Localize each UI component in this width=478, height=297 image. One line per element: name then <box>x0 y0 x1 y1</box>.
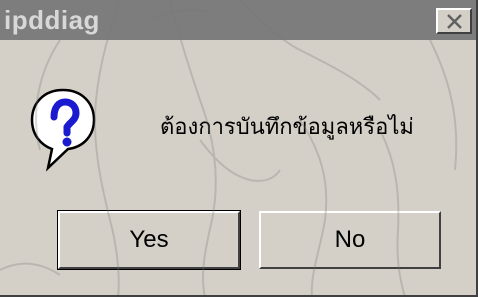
yes-button-label: Yes <box>129 226 169 253</box>
dialog-title: ipddiag <box>4 5 100 35</box>
yes-button[interactable]: Yes <box>57 210 241 270</box>
title-bar[interactable]: ipddiag <box>0 0 476 40</box>
dialog-message: ต้องการบันทึกข้อมูลหรือไม่ <box>160 115 414 140</box>
no-button[interactable]: No <box>259 211 441 269</box>
confirm-dialog: ipddiag ต้องการบันทึกข้อมูลหรือไม่ Yes N… <box>0 0 478 297</box>
question-icon <box>30 88 96 172</box>
close-icon <box>447 14 462 29</box>
no-button-label: No <box>334 226 366 253</box>
close-button[interactable] <box>436 8 472 34</box>
